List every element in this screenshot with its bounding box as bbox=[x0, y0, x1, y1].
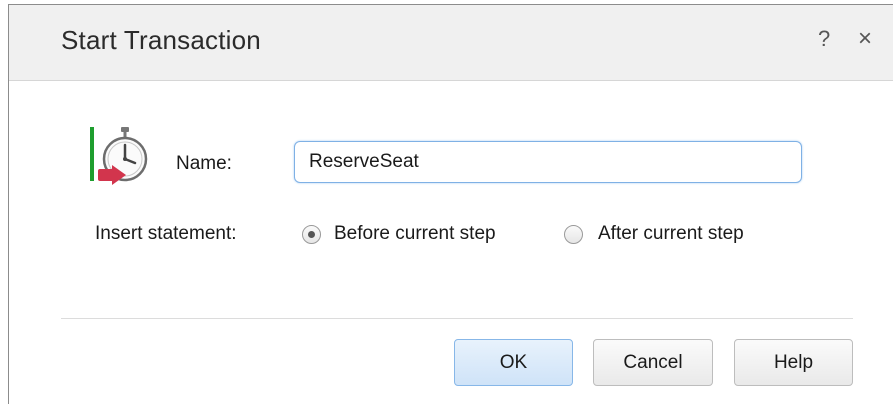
start-transaction-dialog: Start Transaction ? × Name: Insert state… bbox=[8, 4, 893, 404]
start-transaction-icon bbox=[90, 127, 148, 185]
name-label: Name: bbox=[176, 153, 232, 174]
after-current-step-label[interactable]: After current step bbox=[598, 223, 744, 245]
ok-button[interactable]: OK bbox=[454, 339, 573, 386]
footer-divider bbox=[61, 318, 853, 319]
cancel-button[interactable]: Cancel bbox=[593, 339, 713, 386]
transaction-name-input[interactable] bbox=[294, 141, 802, 183]
dialog-title: Start Transaction bbox=[61, 25, 261, 55]
insert-statement-label: Insert statement: bbox=[95, 223, 237, 244]
help-button[interactable]: Help bbox=[734, 339, 853, 386]
close-icon[interactable]: × bbox=[858, 27, 872, 51]
after-current-step-radio[interactable] bbox=[564, 225, 583, 244]
dialog-titlebar: Start Transaction ? × bbox=[9, 5, 893, 81]
before-current-step-radio[interactable] bbox=[302, 225, 321, 244]
help-icon[interactable]: ? bbox=[818, 27, 830, 51]
before-current-step-label[interactable]: Before current step bbox=[334, 223, 496, 245]
